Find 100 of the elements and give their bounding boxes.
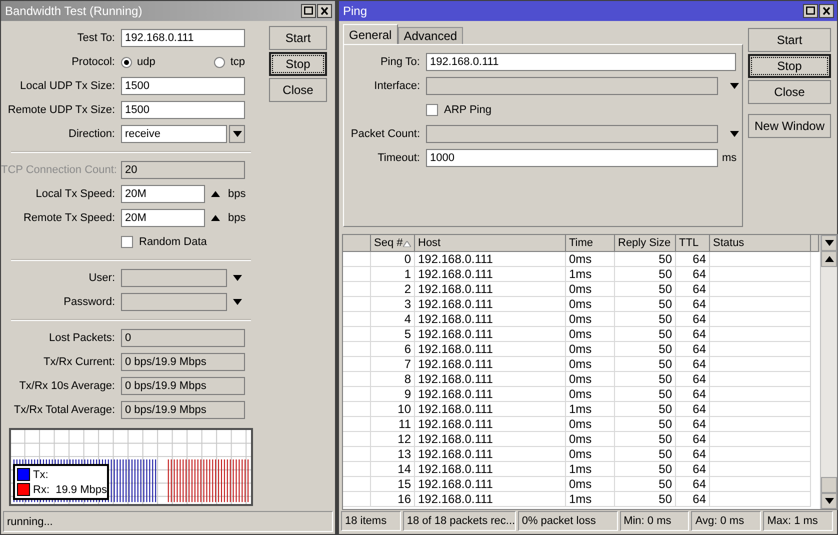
radio-button[interactable]: udp [121, 56, 156, 68]
table-cell: 64 [676, 417, 710, 432]
dropdown-arrow-icon[interactable] [233, 299, 242, 305]
table-cell: 192.168.0.111 [415, 417, 566, 432]
table-cell: 192.168.0.111 [415, 282, 566, 297]
maximize-icon[interactable] [803, 4, 818, 18]
dropdown-field[interactable] [121, 293, 227, 311]
checkbox[interactable]: ARP Ping [426, 104, 492, 116]
table-cell: 8 [371, 372, 415, 387]
empty-cell [343, 312, 371, 327]
empty-cell [343, 432, 371, 447]
window-button[interactable]: Close [269, 78, 327, 102]
table-cell: 192.168.0.111 [415, 267, 566, 282]
scroll-down-button[interactable] [821, 493, 837, 509]
scroll-thumb[interactable] [821, 477, 837, 493]
input-field[interactable]: 192.168.0.111 [426, 53, 736, 71]
table-cell: 64 [676, 327, 710, 342]
dropdown-field[interactable] [121, 269, 227, 287]
column-header[interactable]: Host [415, 235, 566, 252]
table-cell: 10 [371, 402, 415, 417]
table-cell: 192.168.0.111 [415, 462, 566, 477]
input-field[interactable]: 1500 [121, 101, 245, 119]
empty-cell [343, 327, 371, 342]
dropdown-button[interactable] [229, 125, 245, 143]
table-cell: 0ms [566, 447, 615, 462]
window-button[interactable]: Start [269, 26, 327, 50]
checkbox[interactable]: Random Data [121, 236, 207, 248]
dropdown-arrow-icon[interactable] [730, 83, 739, 89]
sort-icon [403, 241, 411, 247]
dropdown-field[interactable] [426, 77, 718, 95]
table-cell: 50 [615, 327, 676, 342]
table-cell: 50 [615, 387, 676, 402]
field-label: Protocol: [70, 56, 116, 68]
window-button[interactable]: Start [748, 28, 831, 52]
field-label: Direction: [68, 128, 116, 140]
readonly-field: 0 bps/19.9 Mbps [121, 353, 245, 371]
empty-cell [343, 357, 371, 372]
window-button[interactable]: New Window [748, 114, 831, 138]
input-field[interactable]: 192.168.0.111 [121, 29, 245, 47]
window-button[interactable]: Close [748, 80, 831, 104]
table-cell: 0ms [566, 477, 615, 492]
input-field[interactable]: 20M [121, 209, 205, 227]
status-cell: Max: 1 ms [763, 511, 833, 531]
field-label: Lost Packets: [48, 332, 116, 344]
dropdown-arrow-icon[interactable] [730, 131, 739, 137]
table-cell: 192.168.0.111 [415, 387, 566, 402]
column-menu-button[interactable] [821, 235, 837, 251]
radio-button[interactable]: tcp [214, 56, 245, 68]
table-cell: 7 [371, 357, 415, 372]
field-label: Packet Count: [350, 128, 421, 140]
empty-cell [343, 342, 371, 357]
input-field[interactable]: 20M [121, 185, 205, 203]
table-cell: 192.168.0.111 [415, 432, 566, 447]
readonly-field: 0 bps/19.9 Mbps [121, 377, 245, 395]
close-icon[interactable] [819, 4, 834, 18]
readonly-field: 0 bps/19.9 Mbps [121, 401, 245, 419]
field-label: Remote UDP Tx Size: [6, 104, 116, 116]
window-button[interactable]: Stop [269, 52, 327, 76]
select-field[interactable]: receive [121, 125, 227, 143]
table-cell: 64 [676, 492, 710, 507]
column-header[interactable]: Time [566, 235, 615, 252]
column-header[interactable]: Reply Size [615, 235, 676, 252]
table-cell: 50 [615, 417, 676, 432]
readonly-field: 20 [121, 161, 245, 179]
empty-cell [343, 282, 371, 297]
table-cell: 14 [371, 462, 415, 477]
empty-cell [343, 387, 371, 402]
close-icon[interactable] [317, 4, 332, 18]
window-title: Bandwidth Test (Running) [5, 4, 142, 18]
column-header[interactable]: TTL [676, 235, 710, 252]
window-button[interactable]: Stop [748, 54, 831, 78]
caret-icon [232, 131, 242, 137]
table-cell: 64 [676, 372, 710, 387]
field-label: Tx/Rx Current: [42, 356, 116, 368]
column-header[interactable]: Status [710, 235, 811, 252]
table-cell: 1ms [566, 267, 615, 282]
tab[interactable]: General [343, 24, 398, 44]
input-field[interactable]: 1000 [426, 149, 718, 167]
table-cell: 15 [371, 477, 415, 492]
table-cell: 64 [676, 342, 710, 357]
up-arrow-icon[interactable] [824, 256, 834, 262]
readonly-field: 0 [121, 329, 245, 347]
up-arrow-icon[interactable] [211, 215, 220, 221]
empty-cell [343, 372, 371, 387]
maximize-icon[interactable] [301, 4, 316, 18]
up-arrow-icon[interactable] [211, 191, 220, 197]
dropdown-arrow-icon[interactable] [233, 275, 242, 281]
tab[interactable]: Advanced [398, 27, 464, 44]
empty-cell [343, 417, 371, 432]
table-cell: 0ms [566, 372, 615, 387]
empty-cell [343, 252, 371, 267]
scroll-up-button[interactable] [821, 251, 837, 267]
empty-cell [343, 402, 371, 417]
table-cell: 50 [615, 297, 676, 312]
table-cell: 0ms [566, 387, 615, 402]
dropdown-field[interactable] [426, 125, 718, 143]
table-cell: 192.168.0.111 [415, 447, 566, 462]
empty-cell [343, 477, 371, 492]
column-header[interactable]: Seq # [371, 235, 415, 252]
input-field[interactable]: 1500 [121, 77, 245, 95]
